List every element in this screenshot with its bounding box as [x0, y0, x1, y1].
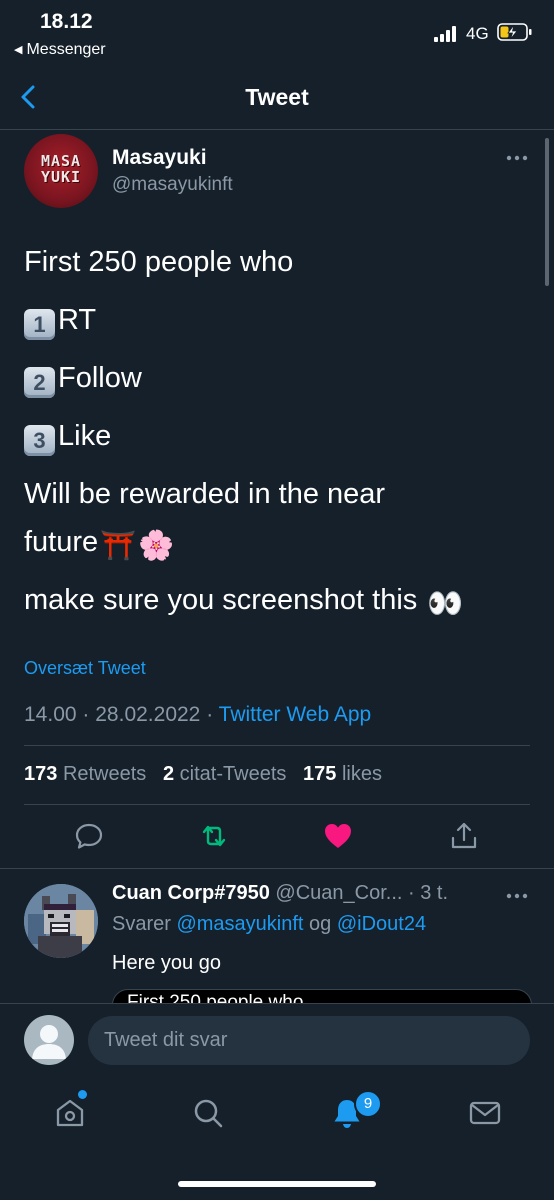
- signal-bars-icon: [434, 26, 456, 42]
- stats-divider-top: [24, 745, 530, 746]
- tweet-line-step3: 3 Like: [24, 420, 111, 456]
- torii-gate-icon: ⛩️: [100, 530, 137, 562]
- avatar-logo: MASA YUKI: [40, 152, 82, 186]
- user-avatar[interactable]: [24, 1015, 74, 1065]
- pixel-wolf-avatar-image: [24, 884, 98, 958]
- home-indicator[interactable]: [178, 1181, 376, 1187]
- notification-badge: 9: [354, 1090, 382, 1118]
- home-icon[interactable]: [53, 1096, 87, 1130]
- mention-link[interactable]: @masayukinft: [176, 913, 303, 935]
- reply-input[interactable]: Tweet dit svar: [88, 1016, 530, 1065]
- quotes-stat[interactable]: 2 citat-Tweets: [163, 763, 286, 785]
- tweet-line-intro: First 250 people who: [24, 246, 294, 278]
- reply-author-avatar[interactable]: [24, 884, 98, 958]
- status-time: 18.12: [40, 10, 93, 33]
- actions-divider: [0, 868, 554, 869]
- scrollbar[interactable]: [545, 138, 549, 286]
- network-label: 4G: [466, 24, 489, 43]
- home-unread-dot: [78, 1090, 87, 1099]
- header-divider: [0, 129, 554, 130]
- like-icon[interactable]: [322, 820, 354, 852]
- cherry-blossom-icon: 🌸: [138, 530, 175, 562]
- eyes-icon: 👀: [427, 588, 464, 620]
- back-to-app-link[interactable]: ◀ Messenger: [14, 41, 106, 59]
- back-triangle-icon: ◀: [14, 44, 23, 56]
- tweet-line-step1: 1 RT: [24, 304, 96, 340]
- reply-more-options-icon[interactable]: [505, 888, 529, 904]
- reply-text: Here you go: [112, 952, 221, 974]
- keycap-two-icon: 2: [24, 367, 55, 398]
- translate-tweet-link[interactable]: Oversæt Tweet: [24, 658, 146, 679]
- keycap-three-icon: 3: [24, 425, 55, 456]
- keycap-one-icon: 1: [24, 309, 55, 340]
- retweet-icon[interactable]: [198, 820, 230, 852]
- page-title: Tweet: [245, 84, 309, 110]
- default-user-icon: [32, 1025, 66, 1059]
- retweets-stat[interactable]: 173 Retweets: [24, 763, 146, 785]
- back-app-label: Messenger: [26, 41, 106, 58]
- tweet-timestamp: 14.00 · 28.02.2022 · Twitter Web App: [24, 703, 372, 726]
- tweet-line-future: future⛩️🌸: [24, 526, 175, 562]
- search-icon[interactable]: [191, 1096, 225, 1130]
- tweet-line-screenshot: make sure you screenshot this 👀: [24, 584, 464, 620]
- tweet-line-step2: 2 Follow: [24, 362, 142, 398]
- replying-to: Svarer @masayukinft og @iDout24: [112, 913, 427, 935]
- tweet-line-reward: Will be rewarded in the near: [24, 478, 386, 510]
- reply-icon[interactable]: [73, 820, 105, 852]
- stats-divider-bottom: [24, 804, 530, 805]
- likes-stat[interactable]: 175 likes: [303, 763, 382, 785]
- share-icon[interactable]: [448, 820, 480, 852]
- mention-link[interactable]: @iDout24: [337, 913, 426, 935]
- battery-charging-icon: [497, 23, 532, 41]
- author-name[interactable]: Masayuki: [112, 146, 207, 170]
- author-avatar[interactable]: MASA YUKI: [24, 134, 98, 208]
- messages-icon[interactable]: [468, 1096, 502, 1130]
- tweet-stats: 173 Retweets 2 citat-Tweets 175 likes: [24, 763, 382, 786]
- reply-author[interactable]: Cuan Corp#7950 @Cuan_Cor... · 3 t.: [112, 882, 448, 905]
- tweet-source-link[interactable]: Twitter Web App: [219, 703, 372, 726]
- more-options-icon[interactable]: [505, 150, 529, 166]
- author-handle[interactable]: @masayukinft: [112, 174, 233, 196]
